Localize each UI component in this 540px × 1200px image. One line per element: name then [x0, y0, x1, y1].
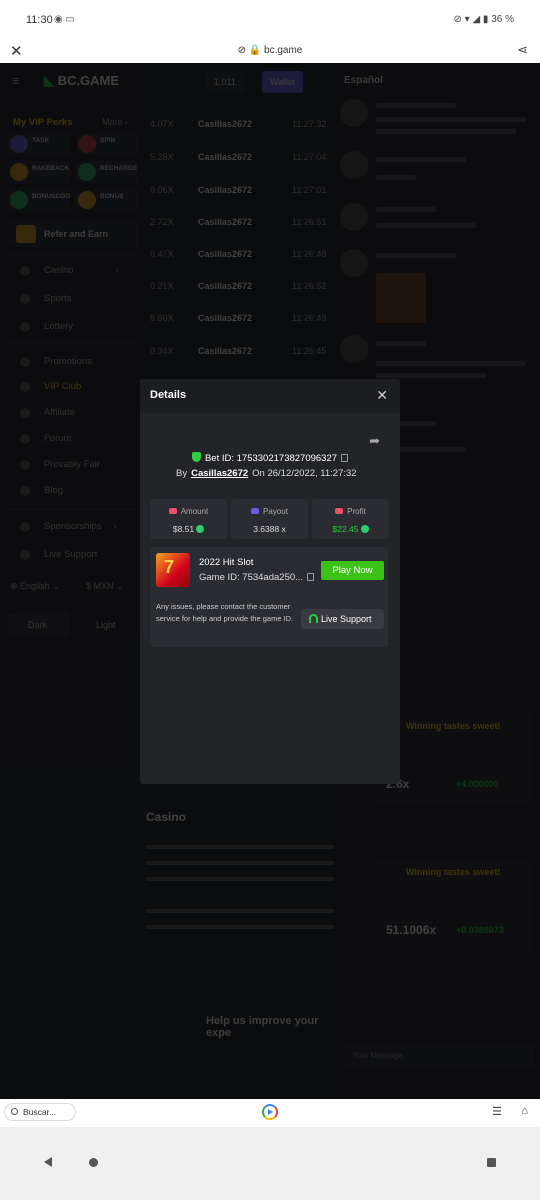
battery-level: 36 % [491, 14, 514, 25]
play-now-button[interactable]: Play Now [321, 561, 384, 580]
url-text[interactable]: ⊘ 🔒 bc.game [0, 45, 540, 56]
back-icon[interactable] [44, 1157, 52, 1167]
copy-icon[interactable] [307, 573, 315, 581]
signal-icons: ⊘ ▾ ◢ ▮ [453, 14, 489, 25]
user-link[interactable]: Casillas2672 [191, 468, 248, 479]
assistant-icon[interactable] [262, 1104, 278, 1120]
bet-id-line: Bet ID: 1753302173827096327 [140, 452, 400, 464]
payout-icon [251, 508, 260, 514]
game-name: 2022 Hit Slot [199, 557, 254, 568]
search-input[interactable]: Buscar... [4, 1103, 76, 1121]
notification-icons: ◉ ▭ [54, 14, 75, 25]
close-icon[interactable]: ✕ [376, 387, 388, 404]
home-icon[interactable]: ⌂ [521, 1105, 528, 1117]
system-indicators: ⊘ ▾ ◢ ▮ 36 % [453, 14, 514, 25]
game-info: 7 2022 Hit Slot Game ID: 7534ada250... P… [150, 547, 388, 647]
headset-icon [309, 614, 318, 623]
profit-icon [335, 508, 344, 514]
browser-bottom-bar: Buscar... ☰ ⌂ [0, 1099, 540, 1127]
live-support-button[interactable]: Live Support [301, 609, 384, 629]
share-icon[interactable]: ➦ [369, 433, 380, 449]
tabs-icon[interactable]: ☰ [492, 1105, 502, 1118]
home-button-icon[interactable] [89, 1158, 98, 1167]
system-nav-bar [0, 1127, 540, 1200]
stat-amount: Amount $8.51 [150, 499, 227, 539]
amount-icon [168, 508, 177, 514]
modal-title: Details [150, 389, 187, 401]
browser-url-bar: ✕ ⊘ 🔒 bc.game ⋖ [0, 40, 540, 63]
bet-meta: By Casillas2672 On 26/12/2022, 11:27:32 [176, 468, 357, 479]
status-bar: 11:30 ◉ ▭ ⊘ ▾ ◢ ▮ 36 % [0, 0, 540, 40]
copy-icon[interactable] [341, 454, 349, 462]
share-icon[interactable]: ⋖ [517, 42, 528, 58]
app-viewport: ≡ ◣ BC.GAME My VIP Perks More › TASK SPI… [0, 63, 540, 1099]
support-notice: Any issues, please contact the customer … [156, 602, 294, 623]
coin-icon [360, 525, 369, 533]
recents-icon[interactable] [487, 1158, 496, 1167]
game-id: Game ID: 7534ada250... [199, 572, 315, 583]
details-modal: Details ✕ ➦ Bet ID: 1753302173827096327 … [140, 379, 400, 784]
bet-date: 26/12/2022, 11:27:32 [267, 468, 357, 479]
game-thumbnail[interactable]: 7 [156, 553, 190, 587]
stat-profit: Profit $22.45 [312, 499, 389, 539]
shield-icon [191, 452, 201, 462]
clock: 11:30 [26, 14, 53, 26]
modal-header: Details ✕ [140, 379, 400, 413]
stat-payout: Payout 3.6388 x [231, 499, 308, 539]
search-icon [11, 1108, 18, 1115]
coin-icon [196, 525, 205, 533]
bet-id-value: 1753302173827096327 [236, 453, 338, 464]
